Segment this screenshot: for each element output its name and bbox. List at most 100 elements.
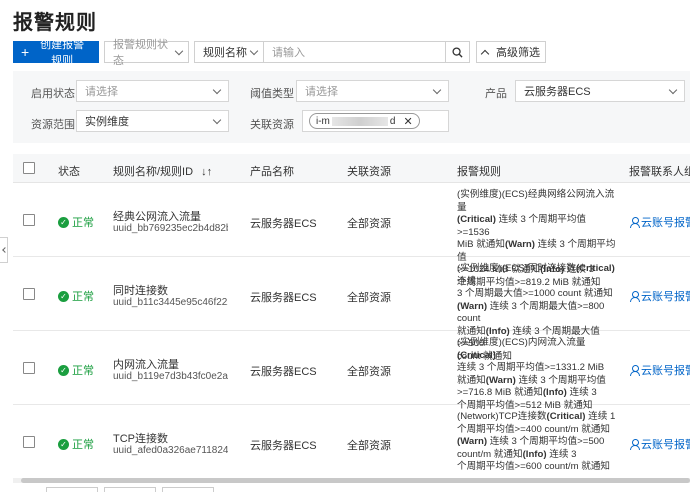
rule-text: 3 个周期最大值>=1000 count 就通知 — [457, 288, 613, 299]
row-checkbox[interactable] — [23, 288, 35, 300]
status-text: 正常 — [72, 291, 94, 303]
row-checkbox[interactable] — [23, 436, 35, 448]
rule-id: uuid_b11c3445e95c46f2220... — [113, 297, 228, 308]
chevron-down-icon — [212, 85, 222, 94]
product-name: 云服务器ECS — [250, 366, 317, 378]
sort-icon[interactable]: ↓↑ — [201, 166, 212, 178]
header-alarm-rule: 报警规则 — [457, 166, 501, 178]
threshold-type-select[interactable]: 请选择 — [296, 80, 449, 102]
rule-line: >=716.8 MiB 就通知(Info) 连续 3 — [457, 387, 617, 400]
chevron-down-icon — [432, 85, 442, 94]
rule-line: (Network)TCP连接数(Critical) 连续 1 — [457, 411, 617, 424]
status-text: 正常 — [72, 217, 94, 229]
search-group: 规则名称 请输入 — [194, 41, 470, 63]
rule-text: MiB 就通知 — [457, 239, 505, 250]
status-text: 正常 — [72, 365, 94, 377]
rule-line: (实例维度)(ECS)内网流入流量(Critical) — [457, 337, 617, 362]
rule-line: (实例维度)(ECS)同时连接数(Critical) 连续 — [457, 263, 617, 288]
horizontal-scrollbar[interactable] — [13, 478, 690, 483]
redacted-mask — [331, 116, 388, 126]
row-checkbox[interactable] — [23, 362, 35, 374]
row-checkbox[interactable] — [23, 214, 35, 226]
user-icon — [630, 439, 640, 450]
scrollbar-thumb[interactable] — [21, 478, 690, 483]
user-icon — [630, 365, 640, 376]
rule-status-select[interactable]: 报警规则状态 — [104, 39, 189, 67]
table-row[interactable]: ✓正常 内网流入流量uuid_b119e7d3b43fc0e2a44... 云服务器… — [13, 331, 690, 411]
contact-group-link[interactable]: 云账号报警联 — [630, 436, 690, 452]
rule-text: (Warn) — [504, 239, 535, 250]
rule-text: 就通知 — [457, 374, 486, 386]
rule-line: 个周期平均值>=400 count/m 就通知 — [457, 424, 617, 437]
check-circle-icon: ✓ — [58, 438, 69, 450]
page-title: 报警规则 — [13, 12, 97, 34]
contact-group-link[interactable]: 云账号报警联 — [630, 214, 690, 230]
search-button[interactable] — [446, 41, 470, 63]
header-product: 产品名称 — [250, 166, 294, 178]
related-resource: 全部资源 — [347, 440, 391, 452]
rule-status-placeholder: 报警规则状态 — [113, 39, 168, 67]
threshold-type-label: 阈值类型 — [250, 88, 294, 100]
rule-line: 3 个周期最大值>=1000 count 就通知 — [457, 288, 617, 301]
rule-line: (Warn) 连续 3 个周期最大值>=800 count — [457, 301, 617, 326]
advanced-filter-button[interactable]: 高级筛选 — [476, 41, 546, 63]
contact-group-link[interactable]: 云账号报警联 — [630, 362, 690, 378]
resource-scope-label: 资源范围 — [31, 119, 75, 131]
search-input[interactable]: 请输入 — [264, 41, 446, 63]
rule-text: (Warn) — [457, 436, 488, 447]
select-all-checkbox[interactable] — [23, 162, 35, 174]
chevron-down-icon — [212, 115, 222, 124]
enable-status-label: 启用状态 — [31, 88, 75, 100]
rule-id: uuid_afed0a326ae711824f3... — [113, 445, 228, 456]
rule-line: 个周期平均值>=600 count/m 就通知 — [457, 461, 617, 474]
rule-name[interactable]: 内网流入流量 — [113, 356, 179, 372]
table-header: 状态 规则名称/规则ID ↓↑ 产品名称 关联资源 报警规则 报警联系人组 — [13, 154, 690, 183]
table-row[interactable]: ✓正常 TCP连接数uuid_afed0a326ae711824f3... 云服务器… — [13, 405, 690, 479]
rule-text: (Warn) — [457, 300, 488, 312]
footer-button[interactable] — [46, 487, 98, 492]
rule-line: (Warn) 连续 3 个周期平均值>=500 — [457, 436, 617, 449]
rule-name[interactable]: TCP连接数 — [113, 430, 168, 446]
create-alarm-rule-button[interactable]: + 创建报警规则 — [13, 39, 99, 67]
rule-text: (Warn) — [485, 374, 516, 386]
table-row[interactable]: ✓正常 同时连接数uuid_b11c3445e95c46f2220... 云服务器E… — [13, 257, 690, 362]
rule-id: uuid_b119e7d3b43fc0e2a44... — [113, 371, 228, 382]
table-body: ✓正常经典公网流入流量uuid_bb769235ec2b4d82b3...云服务… — [13, 183, 690, 479]
user-icon — [630, 291, 640, 302]
status-badge: ✓ 正常 — [58, 436, 94, 452]
rule-text: 连续 3 — [546, 448, 577, 460]
related-resource-select[interactable]: i-m d ✕ — [302, 110, 449, 132]
side-collapse-handle[interactable] — [0, 237, 8, 263]
rule-text: (Critical) — [546, 411, 586, 422]
status-text: 正常 — [72, 439, 94, 451]
rule-text: (Critical) — [575, 263, 615, 274]
enable-status-select[interactable]: 请选择 — [76, 80, 229, 102]
check-circle-icon: ✓ — [58, 216, 69, 228]
search-key-label: 规则名称 — [203, 47, 247, 59]
footer-button[interactable] — [104, 487, 156, 492]
rule-text: (Critical) — [457, 349, 496, 361]
create-alarm-rule-label: 创建报警规则 — [40, 39, 85, 67]
resource-scope-select[interactable]: 实例维度 — [76, 110, 229, 132]
chevron-up-icon — [480, 49, 490, 58]
product-name: 云服务器ECS — [250, 440, 317, 452]
rule-text: (Info) — [542, 387, 567, 398]
rule-text: 连续 3 个周期平均值>=1331.2 MiB — [457, 362, 605, 373]
threshold-type-placeholder: 请选择 — [305, 86, 338, 98]
toolbar: + 创建报警规则 报警规则状态 规则名称 请输入 高级筛选 — [13, 39, 546, 67]
rule-text: 连续 3 个周期平均值 — [515, 374, 606, 386]
search-key-select[interactable]: 规则名称 — [194, 41, 264, 63]
header-resource: 关联资源 — [347, 166, 391, 178]
alarm-rule-description: (实例维度)(ECS)内网流入流量(Critical) 连续 3 个周期平均值>=… — [457, 337, 617, 412]
resource-tag: i-m d ✕ — [309, 113, 420, 129]
rule-text: (实例维度)(ECS)同时连接数 — [457, 263, 576, 274]
rule-name[interactable]: 经典公网流入流量 — [113, 208, 201, 224]
product-select[interactable]: 云服务器ECS — [515, 80, 685, 102]
table-row[interactable]: ✓正常 经典公网流入流量uuid_bb769235ec2b4d82b3... 云服务… — [13, 183, 690, 288]
footer-button[interactable] — [162, 487, 214, 492]
rule-name[interactable]: 同时连接数 — [113, 282, 168, 298]
rule-text: (实例维度)(ECS)内网流入流量 — [457, 337, 586, 348]
close-icon[interactable]: ✕ — [403, 115, 412, 128]
contact-group-text: 云账号报警联 — [641, 365, 690, 377]
contact-group-link[interactable]: 云账号报警联 — [630, 288, 690, 304]
